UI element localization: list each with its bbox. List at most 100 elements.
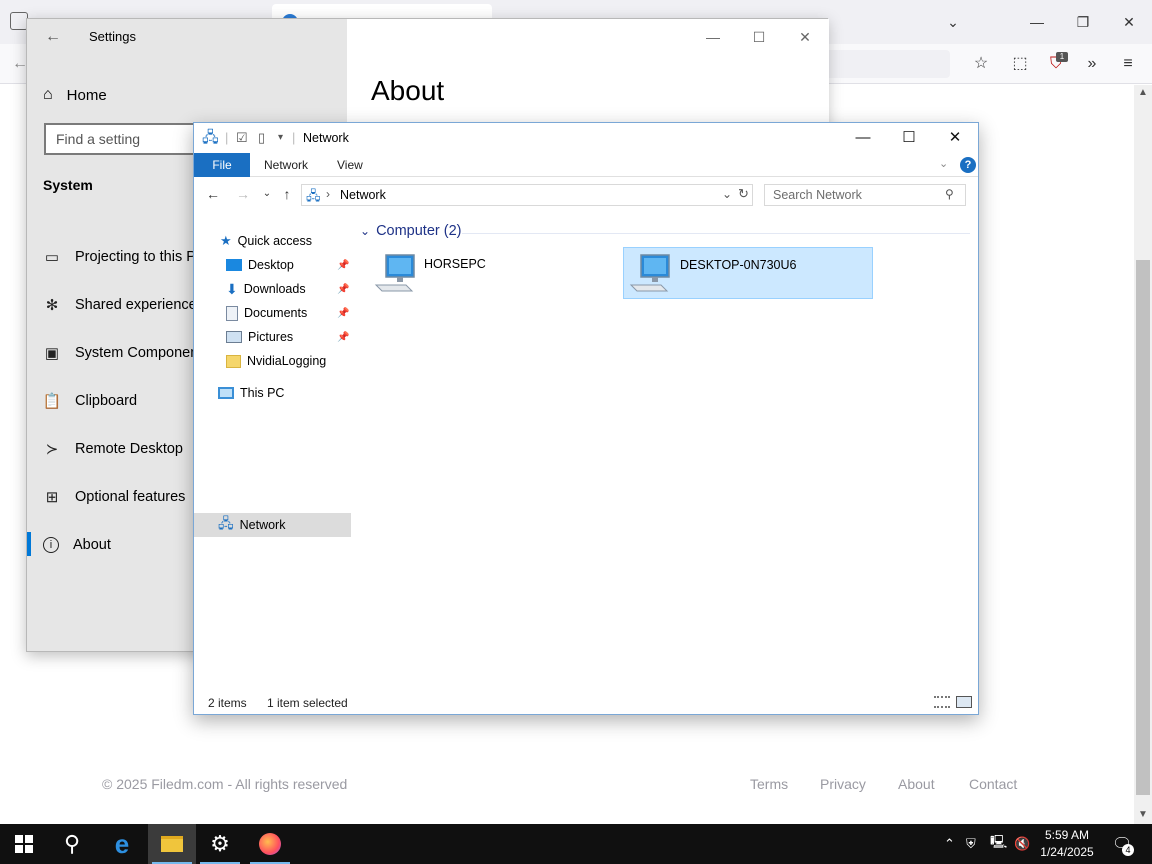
desktop-folder-icon: [226, 259, 242, 271]
nav-item-shared-experiences[interactable]: ✻ Shared experiences: [43, 293, 204, 317]
status-item-count: 2 items: [208, 696, 247, 710]
edge-browser-icon[interactable]: e: [98, 824, 146, 864]
nav-nvidialogging[interactable]: NvidiaLogging: [226, 350, 326, 372]
system-clock[interactable]: 5:59 AM 1/24/2025: [1028, 827, 1106, 861]
nav-item-remote-desktop[interactable]: ≻ Remote Desktop: [43, 437, 183, 461]
computer-item-horsepc[interactable]: HORSEPC: [368, 247, 618, 299]
download-arrow-icon: ⬇: [226, 280, 238, 297]
nav-network[interactable]: 🖧 Network: [218, 514, 285, 536]
security-icon[interactable]: ⛨: [966, 824, 976, 864]
address-bar[interactable]: 🖧 › Network ⌄ ↻: [301, 184, 753, 206]
nav-desktop[interactable]: Desktop: [226, 254, 294, 276]
document-icon: [226, 305, 238, 321]
network-computer-icon: [629, 254, 670, 292]
address-dropdown-icon[interactable]: ⌄: [722, 187, 732, 201]
status-selection: 1 item selected: [267, 696, 348, 710]
search-placeholder: Search Network: [773, 188, 862, 202]
file-explorer-taskbar-icon[interactable]: [148, 824, 196, 864]
start-windows-icon[interactable]: [0, 824, 48, 864]
overflow-chevron-icon[interactable]: »: [1080, 53, 1104, 75]
forward-arrow-icon[interactable]: →: [234, 185, 252, 203]
star-icon: ★: [220, 233, 232, 248]
footer-link-privacy[interactable]: Privacy: [820, 776, 866, 792]
minimize-icon[interactable]: —: [1022, 10, 1052, 34]
ribbon: File Network View ⌄ ?: [194, 153, 978, 177]
navigation-pane: ★ Quick access Desktop ⬇ Downloads Docum…: [194, 223, 352, 683]
section-title: System: [43, 177, 93, 193]
search-input[interactable]: Search Network ⚲: [764, 184, 966, 206]
nav-item-clipboard[interactable]: 📋 Clipboard: [43, 389, 137, 413]
expand-ribbon-icon[interactable]: ⌄: [939, 157, 948, 170]
nav-item-about[interactable]: i About: [43, 533, 111, 557]
settings-maximize-icon[interactable]: ☐: [743, 25, 775, 49]
nav-item-optional-features[interactable]: ⊞ Optional features: [43, 485, 186, 509]
settings-minimize-icon[interactable]: —: [697, 25, 729, 49]
nav-pictures[interactable]: Pictures: [226, 326, 293, 348]
computer-name: HORSEPC: [424, 257, 486, 271]
close-icon[interactable]: ✕: [1114, 10, 1144, 34]
extensions-icon[interactable]: ⬚: [1008, 53, 1032, 75]
tab-view[interactable]: View: [337, 153, 363, 177]
firefox-icon[interactable]: [246, 824, 294, 864]
file-explorer-window: 🖧 | ☑ ▯ ▾ | Network — ☐ ✕ File Network V…: [193, 122, 979, 715]
nav-quick-access[interactable]: ★ Quick access: [220, 230, 312, 252]
up-arrow-icon[interactable]: ↑: [278, 185, 296, 203]
nav-downloads[interactable]: ⬇ Downloads: [226, 278, 306, 300]
footer-link-about[interactable]: About: [898, 776, 935, 792]
nav-item-label: Clipboard: [75, 393, 138, 409]
minimize-icon[interactable]: —: [840, 123, 886, 153]
footer-link-terms[interactable]: Terms: [750, 776, 788, 792]
pin-icon: 📌: [337, 284, 350, 295]
new-folder-icon[interactable]: ▯: [258, 130, 265, 146]
settings-gear-icon[interactable]: ⚙: [196, 824, 244, 864]
recent-locations-icon[interactable]: ⌄: [258, 185, 276, 203]
nav-item-label: Remote Desktop: [75, 441, 183, 457]
page-title: About: [371, 75, 445, 106]
quick-access-dropdown-icon[interactable]: ▾: [278, 130, 283, 146]
tab-file[interactable]: File: [194, 153, 250, 177]
nav-item-label: System Components: [75, 345, 210, 361]
taskbar: ⚲ e ⚙ ⌃ ⛨ 🖳 🔇 5:59 AM 1/24/2025 🗨 4: [0, 824, 1152, 864]
settings-title: Settings: [89, 29, 136, 44]
scroll-up-icon[interactable]: ▲: [1136, 86, 1150, 100]
hamburger-menu-icon[interactable]: ≡: [1116, 53, 1140, 75]
refresh-icon[interactable]: ↻: [738, 186, 749, 202]
group-divider: [462, 233, 970, 234]
nav-item-label: Shared experiences: [75, 297, 204, 313]
back-arrow-icon[interactable]: ←: [204, 185, 222, 203]
nav-label: Pictures: [248, 330, 294, 344]
tab-network[interactable]: Network: [264, 153, 308, 177]
scrollbar-thumb[interactable]: [1136, 260, 1150, 795]
help-icon[interactable]: ?: [960, 157, 976, 173]
restore-icon[interactable]: ❐: [1068, 10, 1098, 34]
nav-this-pc[interactable]: This PC: [218, 382, 284, 404]
large-icons-view-icon[interactable]: [956, 696, 972, 708]
computer-item-desktop[interactable]: DESKTOP-0N730U6: [623, 247, 873, 299]
separator: |: [292, 130, 296, 145]
nav-item-system-components[interactable]: ▣ System Components: [43, 341, 210, 365]
search-icon: ⚲: [945, 187, 954, 201]
nav-label: Quick access: [237, 234, 312, 248]
nav-item-projecting[interactable]: ▭ Projecting to this PC: [43, 245, 206, 269]
nav-label: Documents: [244, 306, 308, 320]
maximize-icon[interactable]: ☐: [886, 123, 932, 153]
search-icon[interactable]: ⚲: [48, 824, 96, 864]
scroll-down-icon[interactable]: ▼: [1136, 808, 1150, 822]
settings-home-link[interactable]: ⌂ Home: [43, 83, 107, 107]
find-setting-input[interactable]: Find a setting: [44, 123, 204, 155]
settings-close-icon[interactable]: ✕: [789, 25, 821, 49]
group-header[interactable]: ⌄ Computer (2): [360, 223, 461, 239]
nav-documents[interactable]: Documents: [226, 302, 307, 324]
tray-overflow-icon[interactable]: ⌃: [944, 824, 955, 864]
remote-icon: ≻: [45, 441, 59, 458]
content-pane: ⌄ Computer (2) HORSEPC DESKTOP-0N730U6: [354, 219, 974, 689]
nav-label: Network: [239, 518, 286, 532]
back-arrow-icon[interactable]: ←: [41, 25, 65, 49]
network-status-icon[interactable]: 🖳: [990, 824, 1007, 864]
list-all-tabs-icon[interactable]: ⌄: [938, 10, 968, 34]
details-view-icon[interactable]: [934, 696, 950, 708]
bookmark-star-icon[interactable]: ☆: [969, 53, 993, 75]
properties-icon[interactable]: ☑: [236, 130, 248, 146]
close-icon[interactable]: ✕: [932, 123, 978, 153]
footer-link-contact[interactable]: Contact: [969, 776, 1017, 792]
